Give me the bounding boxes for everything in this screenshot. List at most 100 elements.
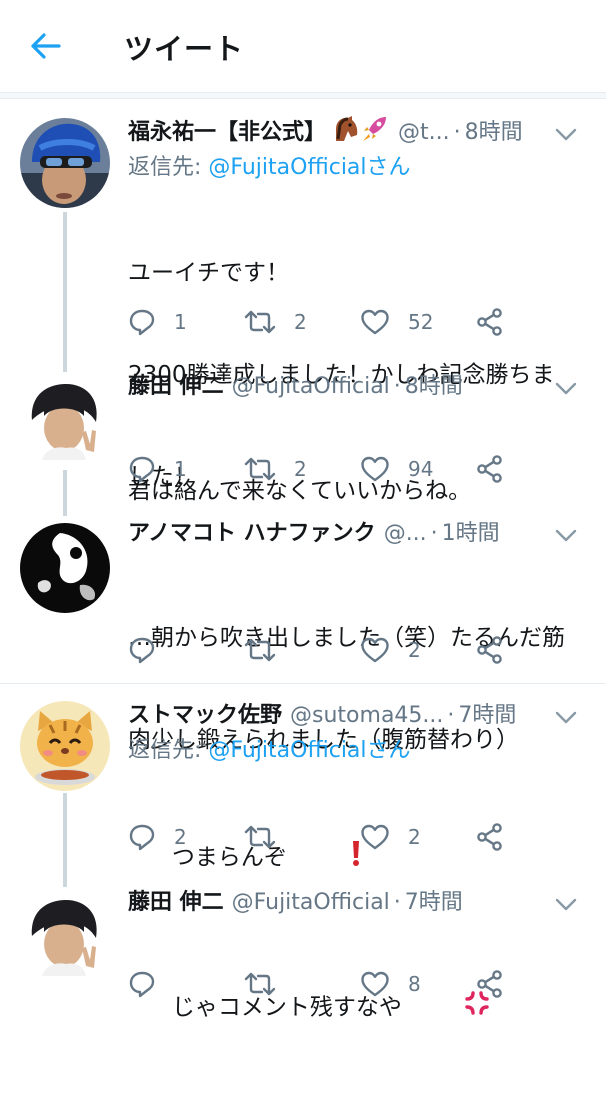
user-handle[interactable]: @FujitaOfficial <box>232 888 390 918</box>
user-handle[interactable]: @sutoma45... <box>290 701 443 731</box>
retweet-icon <box>244 455 276 483</box>
timestamp[interactable]: 7時間 <box>405 888 463 918</box>
share-button[interactable] <box>476 308 522 336</box>
separator-dot: · <box>393 374 401 399</box>
chevron-down-icon[interactable] <box>552 378 580 398</box>
heart-icon <box>360 455 390 483</box>
chevron-down-icon[interactable] <box>552 894 580 914</box>
timestamp[interactable]: 8時間 <box>405 372 463 402</box>
reply-prefix: 返信先: <box>128 738 209 763</box>
reply-button[interactable]: 1 <box>128 455 244 483</box>
like-count: 2 <box>408 825 421 849</box>
share-button[interactable] <box>476 636 522 664</box>
tweet-text: じゃコメント残すなや <box>128 922 590 1094</box>
heart-icon <box>360 308 390 336</box>
tweet-actions: 8 <box>128 967 578 1001</box>
retweet-button[interactable]: 2 <box>244 455 360 483</box>
reply-button[interactable] <box>128 636 244 664</box>
like-count: 94 <box>408 457 434 481</box>
reply-context: 返信先: @FujitaOfficialさん <box>128 735 590 767</box>
retweet-icon <box>244 823 276 851</box>
reply-mention-link[interactable]: @FujitaOfficialさん <box>208 155 410 180</box>
retweet-button[interactable] <box>244 823 360 851</box>
tweet-actions: 2 <box>128 633 578 667</box>
retweet-count: 2 <box>294 457 307 481</box>
display-name[interactable]: ストマック佐野 <box>128 701 282 731</box>
heart-icon <box>360 823 390 851</box>
like-button[interactable]: 2 <box>360 823 476 851</box>
like-count: 8 <box>408 972 421 996</box>
separator-dot: · <box>453 120 461 145</box>
chevron-down-icon[interactable] <box>552 707 580 727</box>
fujita-avatar-image <box>20 376 110 466</box>
user-handle[interactable]: @FujitaOfficial <box>232 372 390 402</box>
reply-button[interactable] <box>128 970 244 998</box>
timestamp[interactable]: 7時間 <box>458 701 516 731</box>
display-name[interactable]: 福永祐一【非公式】 <box>128 118 326 148</box>
timestamp[interactable]: 1時間 <box>442 519 500 549</box>
timestamp[interactable]: 8時間 <box>465 118 523 148</box>
avatar[interactable] <box>20 701 110 791</box>
reply-count: 1 <box>174 310 187 334</box>
cat-avatar-image <box>20 701 110 791</box>
display-name[interactable]: 藤田 伸二 <box>128 372 224 402</box>
thread-line <box>63 793 67 887</box>
top-bar: ツイート <box>0 0 606 93</box>
retweet-icon <box>244 636 276 664</box>
user-handle[interactable]: @t... <box>398 118 450 148</box>
reply-count: 2 <box>174 825 187 849</box>
chevron-down-icon[interactable] <box>552 124 580 144</box>
conversation-divider <box>0 683 606 684</box>
share-button[interactable] <box>476 970 522 998</box>
tweet-actions: 2 2 <box>128 820 578 854</box>
arrow-left-icon <box>31 33 61 59</box>
avatar[interactable] <box>20 523 110 613</box>
tweet-text-line: ユーイチです！ <box>128 260 289 286</box>
like-button[interactable]: 94 <box>360 455 476 483</box>
retweet-icon <box>244 308 276 336</box>
tweet-actions: 1 2 94 <box>128 452 578 486</box>
section-divider <box>0 93 606 99</box>
user-handle[interactable]: @... <box>384 519 427 549</box>
share-icon <box>476 823 504 851</box>
display-name[interactable]: アノマコト ハナファンク <box>128 519 376 549</box>
horse-face-emoji <box>330 115 360 152</box>
thread-line <box>63 470 67 516</box>
heart-icon <box>360 636 390 664</box>
retweet-button[interactable] <box>244 970 360 998</box>
avatar[interactable] <box>20 892 110 982</box>
fujita-avatar-image <box>20 892 110 982</box>
reply-mention-link[interactable]: @FujitaOfficialさん <box>208 738 410 763</box>
like-button[interactable]: 52 <box>360 308 476 336</box>
share-button[interactable] <box>476 455 522 483</box>
like-button[interactable]: 2 <box>360 636 476 664</box>
reply-count: 1 <box>174 457 187 481</box>
share-icon <box>476 636 504 664</box>
reply-icon <box>128 636 156 664</box>
reply-icon <box>128 823 156 851</box>
share-icon <box>476 308 504 336</box>
chevron-down-icon[interactable] <box>552 525 580 545</box>
reply-context: 返信先: @FujitaOfficialさん <box>128 152 590 184</box>
share-button[interactable] <box>476 823 522 851</box>
back-button[interactable] <box>24 24 68 68</box>
reply-icon <box>128 970 156 998</box>
retweet-button[interactable]: 2 <box>244 308 360 336</box>
reply-prefix: 返信先: <box>128 155 209 180</box>
retweet-button[interactable] <box>244 636 360 664</box>
rocket-emoji <box>360 115 390 152</box>
tweet-actions: 1 2 52 <box>128 305 578 339</box>
reply-icon <box>128 455 156 483</box>
display-name[interactable]: 藤田 伸二 <box>128 888 224 918</box>
like-count: 52 <box>408 310 434 334</box>
abstract-avatar-image <box>20 523 110 613</box>
heart-icon <box>360 970 390 998</box>
jockey-avatar-image <box>20 118 110 208</box>
avatar[interactable] <box>20 376 110 466</box>
share-icon <box>476 455 504 483</box>
avatar[interactable] <box>20 118 110 208</box>
share-icon <box>476 970 504 998</box>
like-button[interactable]: 8 <box>360 970 476 998</box>
reply-button[interactable]: 2 <box>128 823 244 851</box>
reply-button[interactable]: 1 <box>128 308 244 336</box>
